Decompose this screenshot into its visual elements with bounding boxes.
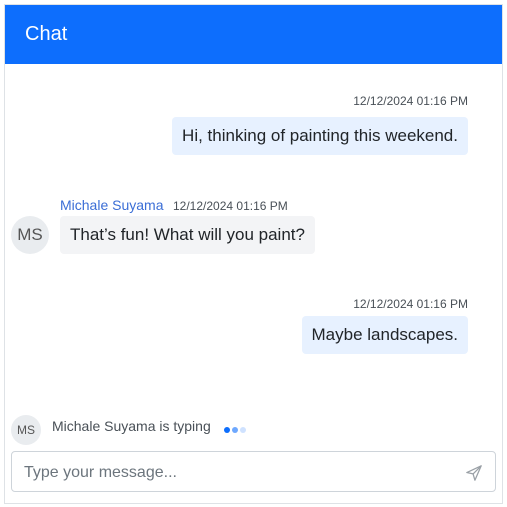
send-icon[interactable] bbox=[465, 464, 483, 482]
outgoing-message: Hi, thinking of painting this weekend. bbox=[172, 117, 468, 155]
chat-header: Chat bbox=[5, 5, 502, 64]
message-timestamp: 12/12/2024 01:16 PM bbox=[353, 297, 468, 311]
message-list[interactable]: 12/12/2024 01:16 PM Hi, thinking of pain… bbox=[5, 64, 502, 403]
message-timestamp: 12/12/2024 01:16 PM bbox=[353, 94, 468, 108]
typing-indicator: MS Michale Suyama is typing bbox=[5, 413, 502, 445]
typing-dot bbox=[224, 427, 230, 433]
typing-dot bbox=[232, 427, 238, 433]
message-sender: Michale Suyama bbox=[60, 197, 164, 213]
outgoing-message: Maybe landscapes. bbox=[301, 316, 468, 354]
message-timestamp: 12/12/2024 01:16 PM bbox=[173, 199, 288, 213]
message-composer bbox=[11, 451, 496, 492]
typing-text: Michale Suyama is typing bbox=[52, 418, 211, 434]
incoming-message: That’s fun! What will you paint? bbox=[60, 216, 315, 254]
avatar: MS bbox=[11, 415, 41, 445]
typing-dot bbox=[240, 427, 246, 433]
avatar: MS bbox=[11, 216, 49, 254]
chat-title: Chat bbox=[25, 23, 68, 45]
chat-window: Chat 12/12/2024 01:16 PM Hi, thinking of… bbox=[4, 4, 503, 504]
message-input[interactable] bbox=[22, 458, 456, 487]
